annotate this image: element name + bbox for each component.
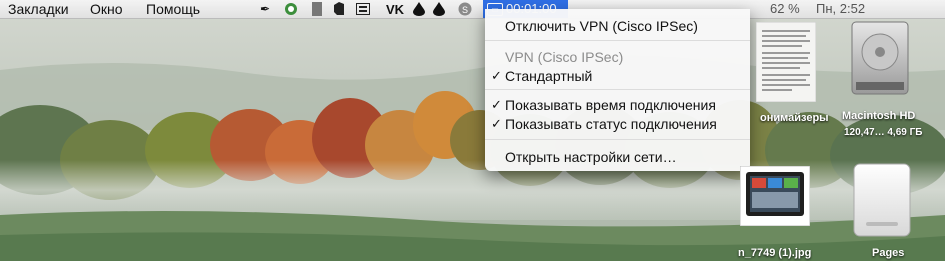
sync-icon[interactable]	[284, 2, 298, 16]
hard-drive-icon[interactable]	[848, 20, 912, 100]
hd-name-label: Macintosh HD	[842, 110, 916, 122]
menu-bar: Закладки Окно Помощь ✒ VK S 62 % Пн, 2:5…	[0, 0, 945, 19]
checkmark-icon: ✓	[491, 68, 502, 83]
menu-separator	[485, 139, 750, 140]
menu-bookmarks[interactable]: Закладки	[8, 0, 69, 18]
vpn-section-header: VPN (Cisco IPSec)	[485, 48, 750, 66]
open-network-settings-item[interactable]: Открыть настройки сети…	[485, 148, 750, 166]
removable-drive-icon[interactable]	[852, 160, 912, 238]
checkmark-icon: ✓	[491, 116, 502, 131]
battery-percent[interactable]: 62 %	[770, 0, 800, 18]
disconnect-vpn-label: Отключить VPN (Cisco IPSec)	[505, 18, 698, 34]
evernote-icon[interactable]	[332, 2, 346, 16]
pages-label: Pages	[872, 247, 905, 259]
show-status-label: Показывать статус подключения	[505, 116, 717, 132]
vpn-section-label: VPN (Cisco IPSec)	[505, 49, 624, 65]
config-standard-item[interactable]: ✓ Стандартный	[485, 67, 750, 85]
config-standard-label: Стандартный	[505, 68, 593, 84]
show-time-item[interactable]: ✓ Показывать время подключения	[485, 96, 750, 114]
anonymizers-label: онимайзеры	[760, 112, 829, 124]
svg-text:S: S	[462, 5, 468, 15]
skype-icon[interactable]: S	[458, 2, 472, 16]
drop-icon[interactable]	[432, 2, 446, 16]
show-status-item[interactable]: ✓ Показывать статус подключения	[485, 115, 750, 133]
disconnect-vpn-item[interactable]: Отключить VPN (Cisco IPSec)	[485, 17, 750, 35]
menu-help[interactable]: Помощь	[146, 0, 200, 18]
menu-window[interactable]: Окно	[90, 0, 123, 18]
vk-icon[interactable]: VK	[384, 2, 406, 17]
keyboard-icon[interactable]	[356, 2, 370, 16]
info-icon[interactable]	[310, 2, 324, 16]
clock[interactable]: Пн, 2:52	[816, 0, 865, 18]
document-thumbnail-icon[interactable]	[755, 21, 817, 103]
show-time-label: Показывать время подключения	[505, 97, 716, 113]
image-file-icon[interactable]	[739, 165, 811, 227]
checkmark-icon: ✓	[491, 97, 502, 112]
hd-size-label: 120,47… 4,69 ГБ	[844, 127, 923, 138]
vpn-dropdown-menu: Отключить VPN (Cisco IPSec) VPN (Cisco I…	[485, 9, 750, 171]
menu-separator	[485, 89, 750, 90]
jpg-file-label: n_7749 (1).jpg	[738, 247, 812, 259]
open-network-settings-label: Открыть настройки сети…	[505, 149, 677, 165]
menu-separator	[485, 40, 750, 41]
drop-icon[interactable]	[412, 2, 426, 16]
feather-icon[interactable]: ✒	[258, 2, 272, 16]
